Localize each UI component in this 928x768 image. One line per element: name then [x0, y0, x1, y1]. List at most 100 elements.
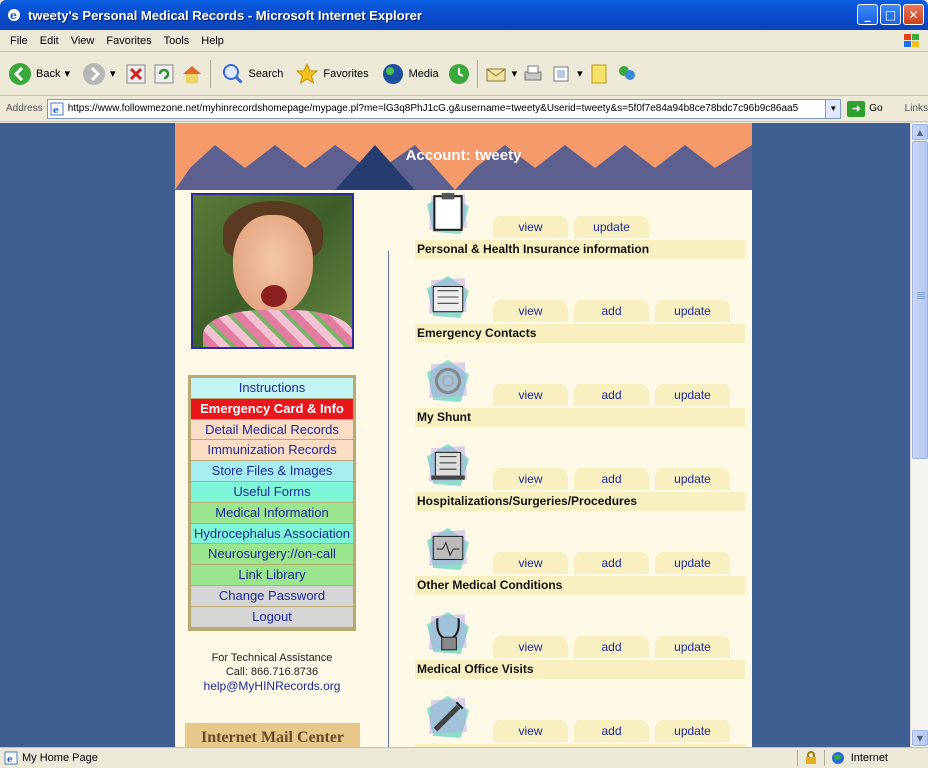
menu-tools[interactable]: Tools — [158, 35, 196, 47]
nav-item[interactable]: Link Library — [191, 565, 353, 586]
toolbar-separator — [209, 59, 211, 88]
address-dropdown-icon[interactable]: ▼ — [825, 98, 842, 119]
menu-view[interactable]: View — [65, 35, 101, 47]
edit-icon[interactable] — [549, 62, 573, 86]
shunt-icon — [427, 360, 469, 402]
nav-item[interactable]: Immunization Records — [191, 440, 353, 462]
toolbar-separator — [476, 59, 478, 88]
assist-line2: Call: 866.716.8736 — [225, 666, 319, 678]
nav-item[interactable]: Change Password — [191, 585, 353, 607]
add-button[interactable]: add — [574, 468, 649, 490]
edit-dropdown-icon[interactable]: ▾ — [577, 67, 583, 80]
nav-item[interactable]: Store Files & Images — [191, 461, 353, 482]
history-icon[interactable] — [447, 62, 471, 86]
view-button[interactable]: view — [493, 552, 568, 574]
column-divider — [388, 251, 389, 747]
minimize-button[interactable]: _ — [857, 4, 878, 25]
nav-item[interactable]: Medical Information — [191, 502, 353, 524]
record-section: view add update Other Medical Conditions — [415, 528, 745, 598]
view-button[interactable]: view — [493, 468, 568, 490]
nav-item[interactable]: Useful Forms — [191, 481, 353, 503]
view-button[interactable]: view — [493, 216, 568, 238]
side-navigation: Instructions Emergency Card & Info Detail … — [188, 375, 356, 631]
internet-mail-center-link[interactable]: Internet Mail Center — [185, 723, 360, 747]
go-button[interactable]: ➜ Go — [847, 100, 883, 117]
menu-file[interactable]: File — [4, 35, 34, 47]
view-button[interactable]: view — [493, 384, 568, 406]
address-input[interactable]: e https://www.followmezone.net/myhinreco… — [46, 98, 827, 119]
section-label: Emergency Contacts — [415, 324, 745, 343]
print-icon[interactable] — [521, 62, 545, 86]
mail-dropdown-icon[interactable]: ▾ — [512, 67, 518, 80]
star-icon — [296, 62, 319, 84]
hospital-icon — [427, 444, 469, 486]
menu-help[interactable]: Help — [195, 35, 230, 47]
svg-text:e: e — [7, 755, 13, 765]
technical-assistance: For Technical Assistance Call: 866.716.8… — [188, 651, 356, 693]
refresh-icon[interactable] — [152, 62, 176, 86]
nav-item[interactable]: Detail Medical Records — [191, 419, 353, 441]
links-button[interactable]: Links — [905, 103, 928, 114]
stop-icon[interactable] — [124, 62, 148, 86]
section-label: Other Medical Conditions — [415, 576, 745, 595]
help-email-link[interactable]: help@MyHINRecords.org — [188, 679, 356, 693]
globe-icon — [831, 752, 844, 764]
forward-dropdown-icon[interactable]: ▾ — [110, 67, 116, 80]
profile-photo — [191, 193, 354, 349]
update-button[interactable]: update — [655, 384, 730, 406]
nav-item[interactable]: Hydrocephalus Association — [191, 523, 353, 545]
nav-item[interactable]: Emergency Card & Info — [191, 398, 353, 420]
update-button[interactable]: update — [655, 552, 730, 574]
add-button[interactable]: add — [574, 636, 649, 658]
windows-logo-icon — [904, 34, 919, 47]
search-label: Search — [248, 67, 284, 80]
update-button[interactable]: update — [655, 300, 730, 322]
menu-favorites[interactable]: Favorites — [100, 35, 157, 47]
update-button[interactable]: update — [655, 720, 730, 742]
back-dropdown-icon[interactable]: ▾ — [64, 67, 70, 80]
page-icon: e — [50, 102, 64, 116]
home-icon[interactable] — [180, 62, 204, 86]
nav-item[interactable]: Neurosurgery://on-call — [191, 544, 353, 566]
ie-icon: e — [8, 9, 20, 22]
record-section: view add update Emergency Contacts — [415, 276, 745, 346]
forward-button[interactable]: ▾ — [78, 60, 120, 88]
view-button[interactable]: view — [493, 720, 568, 742]
record-section: view add update — [415, 696, 745, 747]
address-url: https://www.followmezone.net/myhinrecord… — [67, 103, 799, 114]
account-title: Account: tweety — [405, 147, 522, 164]
go-arrow-icon: ➜ — [847, 100, 866, 117]
add-button[interactable]: add — [574, 720, 649, 742]
update-button[interactable]: update — [655, 468, 730, 490]
menu-edit[interactable]: Edit — [34, 35, 65, 47]
scroll-thumb[interactable] — [912, 141, 928, 459]
maximize-button[interactable]: □ — [880, 4, 901, 25]
zone-text: Internet — [850, 752, 888, 764]
view-button[interactable]: view — [493, 300, 568, 322]
page-icon: e — [4, 751, 18, 765]
update-button[interactable]: update — [574, 216, 649, 238]
web-page: Account: tweety Instructions Emergency Ca… — [175, 123, 752, 747]
syringe-icon — [427, 696, 469, 738]
mail-icon[interactable] — [484, 62, 508, 86]
notes-icon[interactable] — [587, 62, 611, 86]
scroll-down-icon[interactable]: ▼ — [912, 730, 928, 746]
add-button[interactable]: add — [574, 384, 649, 406]
close-button[interactable]: ✕ — [903, 4, 924, 25]
search-button[interactable]: Search — [217, 60, 288, 88]
favorites-label: Favorites — [323, 67, 369, 80]
scroll-up-icon[interactable]: ▲ — [912, 124, 928, 140]
messenger-icon[interactable] — [615, 62, 639, 86]
stethoscope-icon — [427, 612, 469, 654]
vertical-scrollbar[interactable]: ▲ ▼ — [910, 123, 928, 747]
add-button[interactable]: add — [574, 552, 649, 574]
back-button[interactable]: Back ▾ — [4, 60, 74, 88]
add-button[interactable]: add — [574, 300, 649, 322]
update-button[interactable]: update — [655, 636, 730, 658]
nav-item[interactable]: Instructions — [191, 378, 353, 399]
media-button[interactable]: Media — [377, 60, 443, 88]
favorites-button[interactable]: Favorites — [291, 60, 372, 88]
record-section: view update Personal & Health Insurance in… — [415, 192, 745, 262]
nav-item[interactable]: Logout — [191, 606, 353, 628]
view-button[interactable]: view — [493, 636, 568, 658]
